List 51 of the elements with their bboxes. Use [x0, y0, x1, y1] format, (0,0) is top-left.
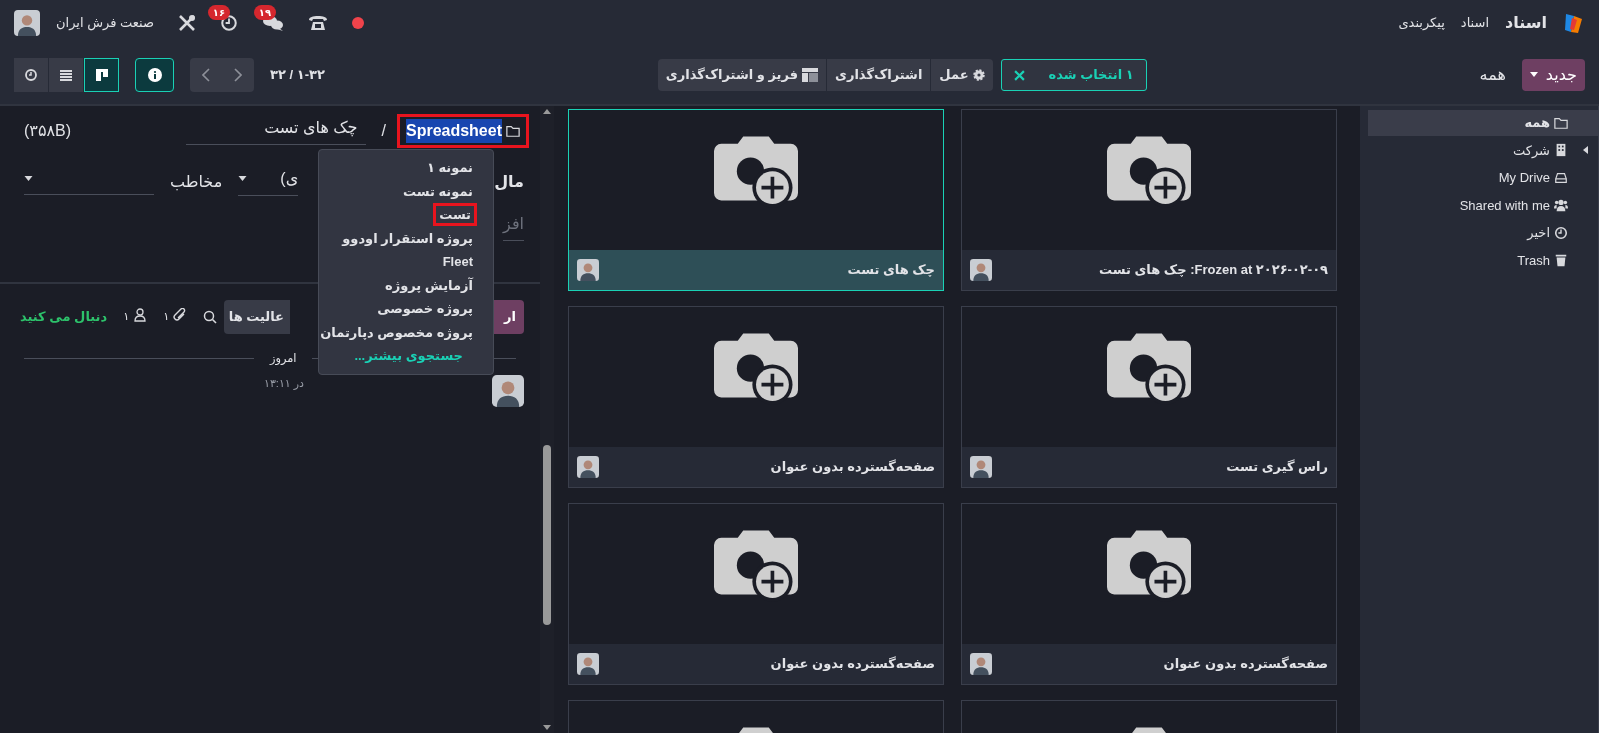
menu-item[interactable]: اسناد	[1460, 13, 1490, 33]
dropdown-item[interactable]: جستجوی بیشتر...	[354, 348, 463, 364]
document-card[interactable]: صفحه‌گسترده بدون عنوان	[568, 306, 944, 488]
action-button[interactable]: فریز و اشتراک‌گذاری	[657, 59, 827, 91]
document-title: صفحه‌گسترده بدون عنوان	[770, 458, 935, 477]
menu-item[interactable]: پیکربندی	[1398, 13, 1445, 33]
document-title: راس گیری تست	[1226, 458, 1328, 477]
document-card[interactable]: صفحه‌گسترده بدون عنوان	[961, 503, 1337, 685]
dropdown-item[interactable]: Fleet	[442, 254, 473, 270]
dropdown-item[interactable]: آزمایش پروژه	[385, 277, 473, 293]
document-card[interactable]: راس گیری تست	[961, 306, 1337, 488]
field-label: مخاطب	[170, 171, 223, 193]
document-card[interactable]: صفحه‌گسترده بدون عنوان	[568, 503, 944, 685]
pager-value: ۱-۳۲ / ۳۲	[270, 66, 325, 85]
dropdown-item[interactable]: پروژه مخصوص دپارتمان	[320, 324, 473, 340]
sidebar-item[interactable]: My Drive	[1368, 165, 1598, 191]
new-button[interactable]: جدید	[1521, 59, 1585, 91]
follow-link[interactable]: دنبال می کنید	[20, 307, 108, 327]
action-button[interactable]: عمل	[931, 59, 993, 91]
company-name[interactable]: صنعت فرش ایران	[56, 13, 155, 33]
sidebar-item[interactable]: Trash	[1368, 247, 1598, 273]
app-name[interactable]: اسناد	[1505, 11, 1547, 35]
activities-button[interactable]: عالیت ها	[224, 300, 290, 334]
action-button[interactable]: اشتراک‌گذاری	[827, 59, 932, 91]
name-field[interactable]: چک های تست	[185, 116, 366, 145]
sidebar-item[interactable]: همه	[1368, 110, 1598, 136]
field-label: مال	[494, 171, 524, 192]
document-card[interactable]: Frozen at ۲۰۲۶-۰۲-۰۹: چک های تست	[961, 109, 1337, 291]
breadcrumb[interactable]: همه	[1479, 63, 1506, 87]
document-title: Frozen at ۲۰۲۶-۰۲-۰۹: چک های تست	[1098, 261, 1328, 280]
file-size: (۳۵۸B)	[24, 120, 72, 141]
sidebar-item[interactable]: Shared with me	[1368, 192, 1598, 218]
follower-count: ۱	[123, 309, 130, 325]
sidebar-item[interactable]: شرکت	[1368, 137, 1598, 163]
notification-badge: ۱۶	[207, 5, 231, 20]
owner-select[interactable]: ی)	[238, 167, 299, 196]
selection-tag[interactable]: ۱ انتخاب شده	[1000, 59, 1147, 91]
message-time: در ۱۳:۱۱	[264, 376, 304, 392]
document-title: صفحه‌گسترده بدون عنوان	[770, 655, 935, 674]
document-card[interactable]: چک های تست	[568, 109, 944, 291]
document-title: چک های تست	[847, 261, 935, 280]
attachment-count: ۱	[163, 309, 170, 325]
notification-badge: ۱۹	[253, 5, 277, 20]
breadcrumb-separator: /	[381, 120, 386, 141]
date-separator: امروز	[270, 351, 297, 367]
dropdown-item[interactable]: نمونه ۱	[426, 160, 473, 175]
dropdown-item[interactable]: پروژه استقرار اودوو	[342, 230, 473, 246]
dropdown-item[interactable]: نمونه تست	[403, 183, 473, 199]
dropdown-item[interactable]: پروژه خصوصی	[377, 301, 473, 317]
document-title: صفحه‌گسترده بدون عنوان	[1163, 655, 1328, 674]
sidebar-item[interactable]: اخیر	[1368, 220, 1598, 246]
